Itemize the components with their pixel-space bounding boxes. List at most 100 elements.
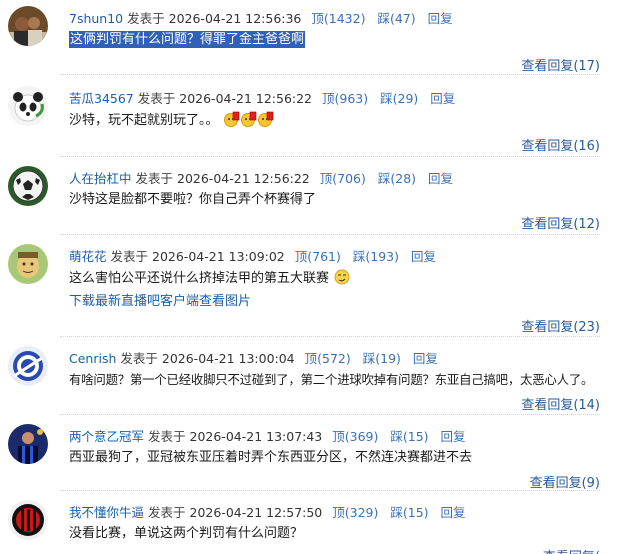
posted-label: 发表于 bbox=[137, 91, 176, 106]
posted-label: 发表于 bbox=[148, 429, 186, 444]
club-badge-icon bbox=[8, 346, 48, 386]
reply-button[interactable]: 回复 bbox=[441, 429, 466, 444]
comment-meta: 我不懂你牛逼 发表于 2026-04-21 12:57:50 顶(329) 踩(… bbox=[69, 502, 466, 521]
upvote-button[interactable]: 顶(706) bbox=[320, 171, 366, 186]
divider bbox=[60, 336, 600, 337]
posted-label: 发表于 bbox=[127, 11, 165, 26]
view-replies-link[interactable]: 查看回复(17) bbox=[521, 55, 600, 74]
comment-meta: 7shun10 发表于 2026-04-21 12:56:36 顶(1432) … bbox=[69, 8, 453, 27]
reply-button[interactable]: 回复 bbox=[428, 11, 453, 26]
downvote-button[interactable]: 踩(28) bbox=[378, 171, 416, 186]
username[interactable]: 7shun10 bbox=[69, 11, 123, 26]
red-card-emoji-icon bbox=[223, 111, 239, 127]
timestamp: 2026-04-21 12:57:50 bbox=[189, 505, 323, 520]
username[interactable]: 两个意乙冠军 bbox=[69, 429, 144, 444]
timestamp: 2026-04-21 13:09:02 bbox=[152, 249, 285, 264]
avatar[interactable] bbox=[8, 500, 48, 540]
comment-text-body: 沙特，玩不起就别玩了。。 bbox=[69, 113, 219, 128]
comment-meta: 人在抬杠中 发表于 2026-04-21 12:56:22 顶(706) 踩(2… bbox=[69, 168, 453, 187]
comment-text: 西亚最狗了，亚冠被东亚压着时弄个东西亚分区，不然连决赛都进不去 bbox=[69, 449, 472, 467]
reply-button[interactable]: 回复 bbox=[411, 249, 436, 264]
panda-icon bbox=[8, 86, 48, 126]
upvote-button[interactable]: 顶(963) bbox=[322, 91, 368, 106]
avatar[interactable] bbox=[8, 86, 48, 126]
comment-text-body: 西亚最狗了，亚冠被东亚压着时弄个东西亚分区，不然连决赛都进不去 bbox=[69, 450, 473, 465]
upvote-button[interactable]: 顶(329) bbox=[332, 505, 378, 520]
downvote-button[interactable]: 踩(19) bbox=[363, 351, 401, 366]
comment-item: 萌花花 发表于 2026-04-21 13:09:02 顶(761) 踩(193… bbox=[0, 238, 640, 338]
comment-item: Cenrish 发表于 2026-04-21 13:00:04 顶(572) 踩… bbox=[0, 340, 640, 416]
upvote-button[interactable]: 顶(1432) bbox=[311, 11, 365, 26]
download-app-link[interactable]: 下载最新直播吧客户端查看图片 bbox=[69, 290, 251, 309]
avatar[interactable] bbox=[8, 166, 48, 206]
comment-item: 7shun10 发表于 2026-04-21 12:56:36 顶(1432) … bbox=[0, 0, 640, 78]
comment-item: 苦瓜34567 发表于 2026-04-21 12:56:22 顶(963) 踩… bbox=[0, 80, 640, 158]
comment-text: 没看比赛，单说这两个判罚有什么问题？ bbox=[69, 525, 303, 543]
upvote-button[interactable]: 顶(369) bbox=[332, 429, 378, 444]
comment-text-selected: 这俩判罚有什么问题？得罪了金主爸爸啊 bbox=[69, 31, 306, 48]
comment-meta: 两个意乙冠军 发表于 2026-04-21 13:07:43 顶(369) 踩(… bbox=[69, 426, 466, 445]
timestamp: 2026-04-21 13:00:04 bbox=[161, 351, 295, 366]
reply-button[interactable]: 回复 bbox=[413, 351, 438, 366]
downvote-button[interactable]: 踩(15) bbox=[390, 429, 428, 444]
reply-button[interactable]: 回复 bbox=[428, 171, 453, 186]
red-card-emoji-icon bbox=[257, 111, 273, 127]
timestamp: 2026-04-21 12:56:36 bbox=[168, 11, 302, 26]
avatar[interactable] bbox=[8, 424, 48, 464]
comment-text-body: 有啥问题？第一个已经收脚只不过碰到了，第二个进球吹掉有问题？东亚自己搞吧，太恶心… bbox=[69, 372, 594, 387]
avatar[interactable] bbox=[8, 6, 48, 46]
view-replies-link[interactable]: 查看回复(12) bbox=[521, 213, 600, 232]
cartoon-avatar-icon bbox=[8, 244, 48, 284]
downvote-button[interactable]: 踩(193) bbox=[353, 249, 399, 264]
milan-badge-icon bbox=[8, 500, 48, 540]
username[interactable]: 我不懂你牛逼 bbox=[69, 505, 144, 520]
comment-meta: 萌花花 发表于 2026-04-21 13:09:02 顶(761) 踩(193… bbox=[69, 246, 436, 265]
posted-label: 发表于 bbox=[135, 171, 174, 186]
username[interactable]: 苦瓜34567 bbox=[69, 91, 134, 106]
timestamp: 2026-04-21 13:07:43 bbox=[189, 429, 323, 444]
comment-text-body: 没看比赛，单说这两个判罚有什么问题？ bbox=[69, 526, 304, 541]
comment-item: 我不懂你牛逼 发表于 2026-04-21 12:57:50 顶(329) 踩(… bbox=[0, 494, 640, 554]
divider bbox=[60, 234, 600, 235]
timestamp: 2026-04-21 12:56:22 bbox=[177, 171, 310, 186]
comment-text: 这俩判罚有什么问题？得罪了金主爸爸啊 bbox=[69, 31, 306, 49]
comment-text: 沙特这是脸都不要啦？你自己弄个杯赛得了 bbox=[69, 191, 316, 209]
reply-button[interactable]: 回复 bbox=[441, 505, 466, 520]
downvote-button[interactable]: 踩(47) bbox=[377, 11, 415, 26]
posted-label: 发表于 bbox=[120, 351, 158, 366]
comment-text: 这么害怕公平还说什么挤掉法甲的第五大联赛 bbox=[69, 269, 350, 288]
comment-meta: 苦瓜34567 发表于 2026-04-21 12:56:22 顶(963) 踩… bbox=[69, 88, 455, 107]
upvote-button[interactable]: 顶(761) bbox=[295, 249, 341, 264]
view-replies-link[interactable]: 查看回复( bbox=[543, 546, 600, 554]
comment-list: 7shun10 发表于 2026-04-21 12:56:36 顶(1432) … bbox=[0, 0, 640, 554]
username[interactable]: 萌花花 bbox=[69, 249, 107, 264]
downvote-button[interactable]: 踩(15) bbox=[390, 505, 428, 520]
username[interactable]: Cenrish bbox=[69, 351, 116, 366]
avatar[interactable] bbox=[8, 346, 48, 386]
divider bbox=[60, 156, 600, 157]
comment-text: 有啥问题？第一个已经收脚只不过碰到了，第二个进球吹掉有问题？东亚自己搞吧，太恶心… bbox=[69, 371, 593, 390]
divider bbox=[60, 414, 600, 415]
comment-text-body: 沙特这是脸都不要啦？你自己弄个杯赛得了 bbox=[69, 192, 317, 207]
divider bbox=[60, 490, 600, 491]
view-replies-link[interactable]: 查看回复(14) bbox=[521, 394, 600, 413]
person-photo-icon bbox=[8, 6, 48, 46]
timestamp: 2026-04-21 12:56:22 bbox=[179, 91, 313, 106]
comment-text: 沙特，玩不起就别玩了。。 bbox=[69, 111, 274, 130]
posted-label: 发表于 bbox=[110, 249, 149, 264]
view-replies-link[interactable]: 查看回复(16) bbox=[521, 135, 600, 154]
red-card-emoji-icon bbox=[240, 111, 256, 127]
username[interactable]: 人在抬杠中 bbox=[69, 171, 132, 186]
soccer-ball-icon bbox=[8, 166, 48, 206]
upvote-button[interactable]: 顶(572) bbox=[305, 351, 351, 366]
reply-button[interactable]: 回复 bbox=[430, 91, 455, 106]
view-replies-link[interactable]: 查看回复(9) bbox=[530, 472, 600, 491]
view-replies-link[interactable]: 查看回复(23) bbox=[521, 316, 600, 335]
inter-player-icon bbox=[8, 424, 48, 464]
avatar[interactable] bbox=[8, 244, 48, 284]
downvote-button[interactable]: 踩(29) bbox=[380, 91, 418, 106]
posted-label: 发表于 bbox=[148, 505, 186, 520]
comment-text-body: 这么害怕公平还说什么挤掉法甲的第五大联赛 bbox=[69, 271, 330, 286]
smirk-emoji-icon bbox=[334, 269, 350, 285]
comment-item: 两个意乙冠军 发表于 2026-04-21 13:07:43 顶(369) 踩(… bbox=[0, 418, 640, 492]
